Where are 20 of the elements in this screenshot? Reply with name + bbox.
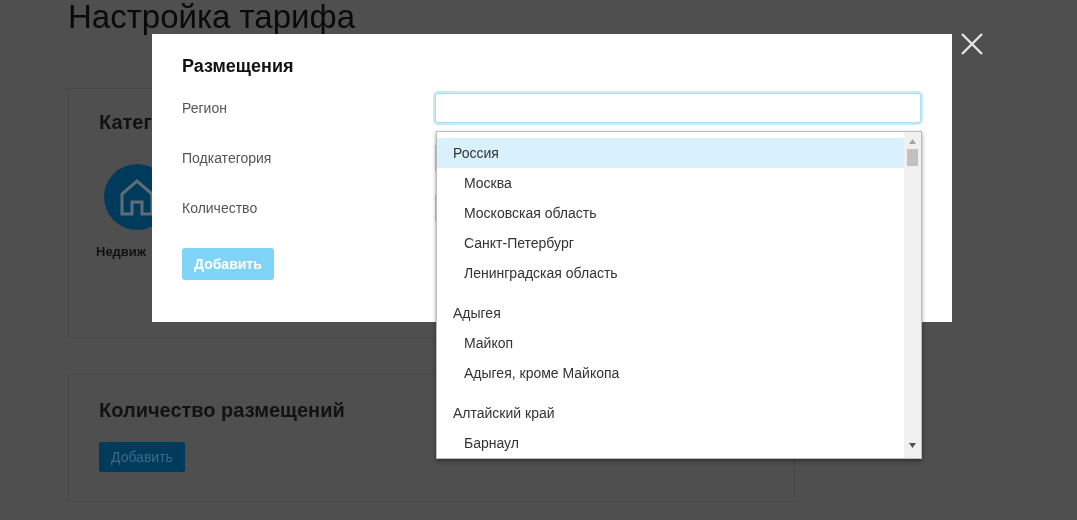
dropdown-option[interactable]: Барнаул — [437, 428, 904, 458]
close-icon[interactable] — [961, 33, 983, 55]
category-label: Недвиж — [96, 244, 147, 259]
page-title: Настройка тарифа — [68, 0, 355, 34]
modal-title: Размещения — [182, 56, 294, 77]
field-label: Подкатегория — [182, 150, 273, 166]
dropdown-option[interactable]: Ленинградская область — [437, 258, 904, 288]
input-field[interactable] — [435, 93, 921, 123]
dropdown-option[interactable]: Адыгея — [437, 298, 904, 328]
field-label: Регион — [182, 100, 228, 116]
dropdown-option[interactable]: Россия — [437, 138, 904, 168]
dropdown-option[interactable]: Майкоп — [437, 328, 904, 358]
card-title: Количество размещений — [99, 399, 345, 422]
dropdown-option[interactable]: Адыгея, кроме Майкопа — [437, 358, 904, 388]
card-title: Катег — [99, 111, 152, 134]
dropdown-option[interactable]: Алтайский край — [437, 398, 904, 428]
dropdown-option[interactable]: Санкт-Петербург — [437, 228, 904, 258]
field-label: Количество — [182, 200, 259, 216]
dropdown-option[interactable]: Московская область — [437, 198, 904, 228]
dropdown-option[interactable]: Москва — [437, 168, 904, 198]
